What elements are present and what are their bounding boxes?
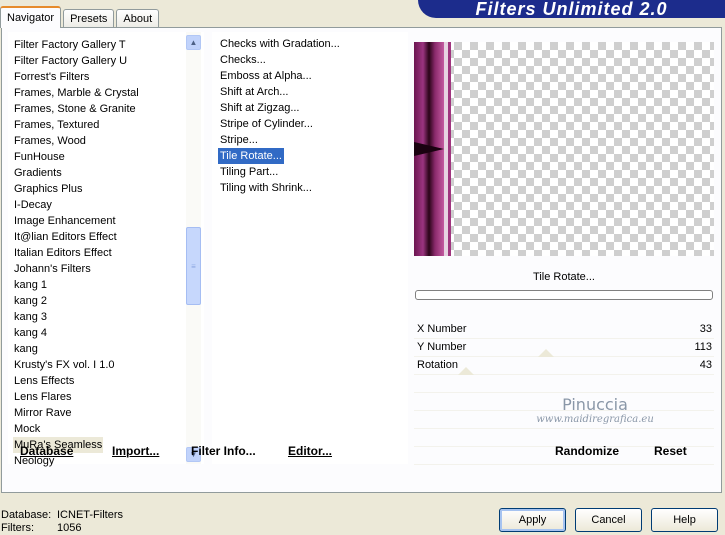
category-scrollbar[interactable]: ▲ ≡ ▼	[186, 32, 201, 464]
apply-button[interactable]: Apply	[499, 508, 566, 532]
filter-item[interactable]: Checks with Gradation...	[218, 36, 342, 52]
app-banner: Filters Unlimited 2.0	[418, 0, 725, 19]
param-value: 113	[694, 341, 712, 353]
import-button[interactable]: Import...	[112, 443, 159, 459]
status-filters: Filters: 1056	[1, 522, 81, 534]
watermark-url: www.maidiregrafica.eu	[536, 414, 654, 425]
filter-item[interactable]: Tiling Part...	[218, 164, 280, 180]
status-database: Database: ICNET-Filters	[1, 509, 123, 521]
category-item[interactable]: Mirror Rave	[13, 405, 72, 421]
filter-item[interactable]: Emboss at Alpha...	[218, 68, 314, 84]
category-item[interactable]: It@lian Editors Effect	[13, 229, 118, 245]
progress-bar	[415, 290, 713, 300]
category-item[interactable]: kang 1	[13, 277, 48, 293]
status-database-label: Database:	[1, 509, 52, 521]
filter-item[interactable]: Tiling with Shrink...	[218, 180, 314, 196]
category-item[interactable]: kang 2	[13, 293, 48, 309]
category-item[interactable]: Italian Editors Effect	[13, 245, 113, 261]
tab-about[interactable]: About	[116, 9, 160, 28]
filter-item[interactable]: Checks...	[218, 52, 268, 68]
category-item[interactable]: Forrest's Filters	[13, 69, 90, 85]
filter-item[interactable]: Stripe of Cylinder...	[218, 116, 315, 132]
filter-item[interactable]: Tile Rotate...	[217, 147, 285, 165]
param-label: Y Number	[417, 341, 467, 353]
scroll-thumb[interactable]: ≡	[186, 227, 201, 305]
category-item[interactable]: Graphics Plus	[13, 181, 83, 197]
category-item[interactable]: Gradients	[13, 165, 63, 181]
preview-stripe	[414, 42, 451, 256]
scroll-up-icon[interactable]: ▲	[186, 35, 201, 50]
filter-item[interactable]: Shift at Zigzag...	[218, 100, 301, 116]
category-item[interactable]: Image Enhancement	[13, 213, 117, 229]
param-row[interactable]: X Number 33	[414, 321, 714, 339]
tab-bar: Navigator Presets About	[0, 6, 161, 28]
preview-image	[414, 42, 714, 256]
category-item[interactable]: kang 3	[13, 309, 48, 325]
category-item[interactable]: Filter Factory Gallery T	[13, 37, 127, 53]
category-item[interactable]: Frames, Marble & Crystal	[13, 85, 140, 101]
tab-presets[interactable]: Presets	[63, 9, 115, 28]
param-value: 33	[699, 323, 712, 335]
database-button[interactable]: Database	[20, 443, 73, 459]
category-item[interactable]: kang 4	[13, 325, 48, 341]
category-item[interactable]: Frames, Stone & Granite	[13, 101, 137, 117]
category-item[interactable]: I-Decay	[13, 197, 53, 213]
filter-info-button[interactable]: Filter Info...	[191, 443, 256, 459]
category-list[interactable]: Filter Factory Gallery T Filter Factory G…	[8, 32, 204, 467]
status-database-value: ICNET-Filters	[57, 509, 123, 521]
cancel-button[interactable]: Cancel	[575, 508, 642, 532]
category-item[interactable]: Johann's Filters	[13, 261, 92, 277]
status-filters-label: Filters:	[1, 522, 34, 534]
tab-navigator[interactable]: Navigator	[0, 6, 62, 28]
category-item[interactable]: Mock	[13, 421, 41, 437]
status-filters-value: 1056	[57, 522, 82, 534]
category-item[interactable]: FunHouse	[13, 149, 66, 165]
slider-marker-icon	[458, 367, 474, 375]
category-item[interactable]: Lens Flares	[13, 389, 72, 405]
param-label: Rotation	[417, 359, 458, 371]
param-row-empty	[414, 375, 714, 393]
selected-filter-name: Tile Rotate...	[533, 271, 595, 283]
category-item[interactable]: Filter Factory Gallery U	[13, 53, 128, 69]
filter-list[interactable]: Checks with Gradation... Checks... Emboss …	[212, 32, 408, 464]
param-row[interactable]: Rotation 43	[414, 357, 714, 375]
randomize-button[interactable]: Randomize	[555, 443, 619, 459]
filter-item[interactable]: Shift at Arch...	[218, 84, 290, 100]
category-item[interactable]: Frames, Wood	[13, 133, 87, 149]
category-item[interactable]: kang	[13, 341, 39, 357]
param-value: 43	[699, 359, 712, 371]
category-item[interactable]: Krusty's FX vol. I 1.0	[13, 357, 116, 373]
watermark: Pinuccia www.maidiregrafica.eu	[500, 395, 690, 425]
filter-item[interactable]: Stripe...	[218, 132, 260, 148]
param-row[interactable]: Y Number 113	[414, 339, 714, 357]
category-item[interactable]: Lens Effects	[13, 373, 75, 389]
param-label: X Number	[417, 323, 467, 335]
editor-button[interactable]: Editor...	[288, 443, 332, 459]
reset-button[interactable]: Reset	[654, 443, 687, 459]
watermark-name: Pinuccia	[562, 395, 628, 414]
help-button[interactable]: Help	[651, 508, 718, 532]
category-item[interactable]: Frames, Textured	[13, 117, 100, 133]
slider-marker-icon	[538, 349, 554, 357]
